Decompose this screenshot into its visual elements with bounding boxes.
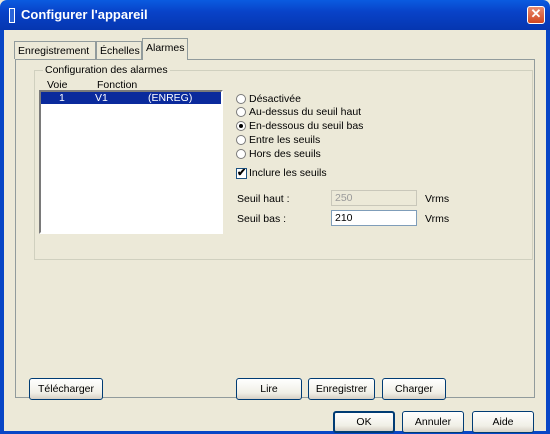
radio-label-au-dessus[interactable]: Au-dessus du seuil haut [249, 106, 361, 118]
load-button[interactable]: Charger [382, 378, 446, 400]
radio-label-en-dessous[interactable]: En-dessous du seuil bas [249, 120, 363, 132]
row-voie: 1 [59, 92, 65, 104]
group-title: Configuration des alarmes [43, 64, 170, 76]
radio-entre[interactable] [236, 135, 246, 145]
title-bar: Configurer l'appareil ✕ [0, 0, 550, 30]
radio-au-dessus[interactable] [236, 107, 246, 117]
radio-label-hors[interactable]: Hors des seuils [249, 148, 321, 160]
tab-enregistrement[interactable]: Enregistrement [14, 41, 96, 59]
radio-hors[interactable] [236, 149, 246, 159]
seuil-bas-label: Seuil bas : [237, 213, 287, 225]
seuil-haut-unit: Vrms [425, 193, 450, 205]
include-thresholds-label[interactable]: Inclure les seuils [249, 167, 327, 179]
seuil-haut-input[interactable] [331, 190, 417, 206]
tab-echelles[interactable]: Échelles [96, 41, 142, 59]
cancel-button[interactable]: Annuler [402, 411, 464, 433]
check-icon: ✔ [237, 167, 247, 179]
close-button[interactable]: ✕ [527, 6, 545, 24]
save-button[interactable]: Enregistrer [308, 378, 375, 400]
read-button[interactable]: Lire [236, 378, 302, 400]
ok-button[interactable]: OK [333, 411, 395, 433]
radio-en-dessous[interactable] [236, 121, 246, 131]
window-title: Configurer l'appareil [21, 7, 148, 22]
tab-alarmes[interactable]: Alarmes [142, 38, 188, 60]
window-frame-right [546, 30, 550, 434]
seuil-haut-label: Seuil haut : [237, 193, 290, 205]
radio-desactivee[interactable] [236, 94, 246, 104]
seuil-bas-input[interactable] [331, 210, 417, 226]
seuil-bas-unit: Vrms [425, 213, 450, 225]
window-frame-left [0, 30, 4, 434]
row-fonction: V1 [95, 92, 108, 104]
channel-list[interactable] [39, 90, 223, 234]
help-button[interactable]: Aide [472, 411, 534, 433]
radio-label-desactivee[interactable]: Désactivée [249, 93, 301, 105]
download-button[interactable]: Télécharger [29, 378, 103, 400]
row-mode: (ENREG) [148, 92, 193, 104]
app-icon [9, 8, 15, 23]
list-item[interactable]: 1 V1 (ENREG) [41, 92, 221, 104]
include-thresholds-checkbox[interactable]: ✔ [236, 167, 247, 179]
radio-label-entre[interactable]: Entre les seuils [249, 134, 320, 146]
close-icon: ✕ [530, 6, 542, 21]
